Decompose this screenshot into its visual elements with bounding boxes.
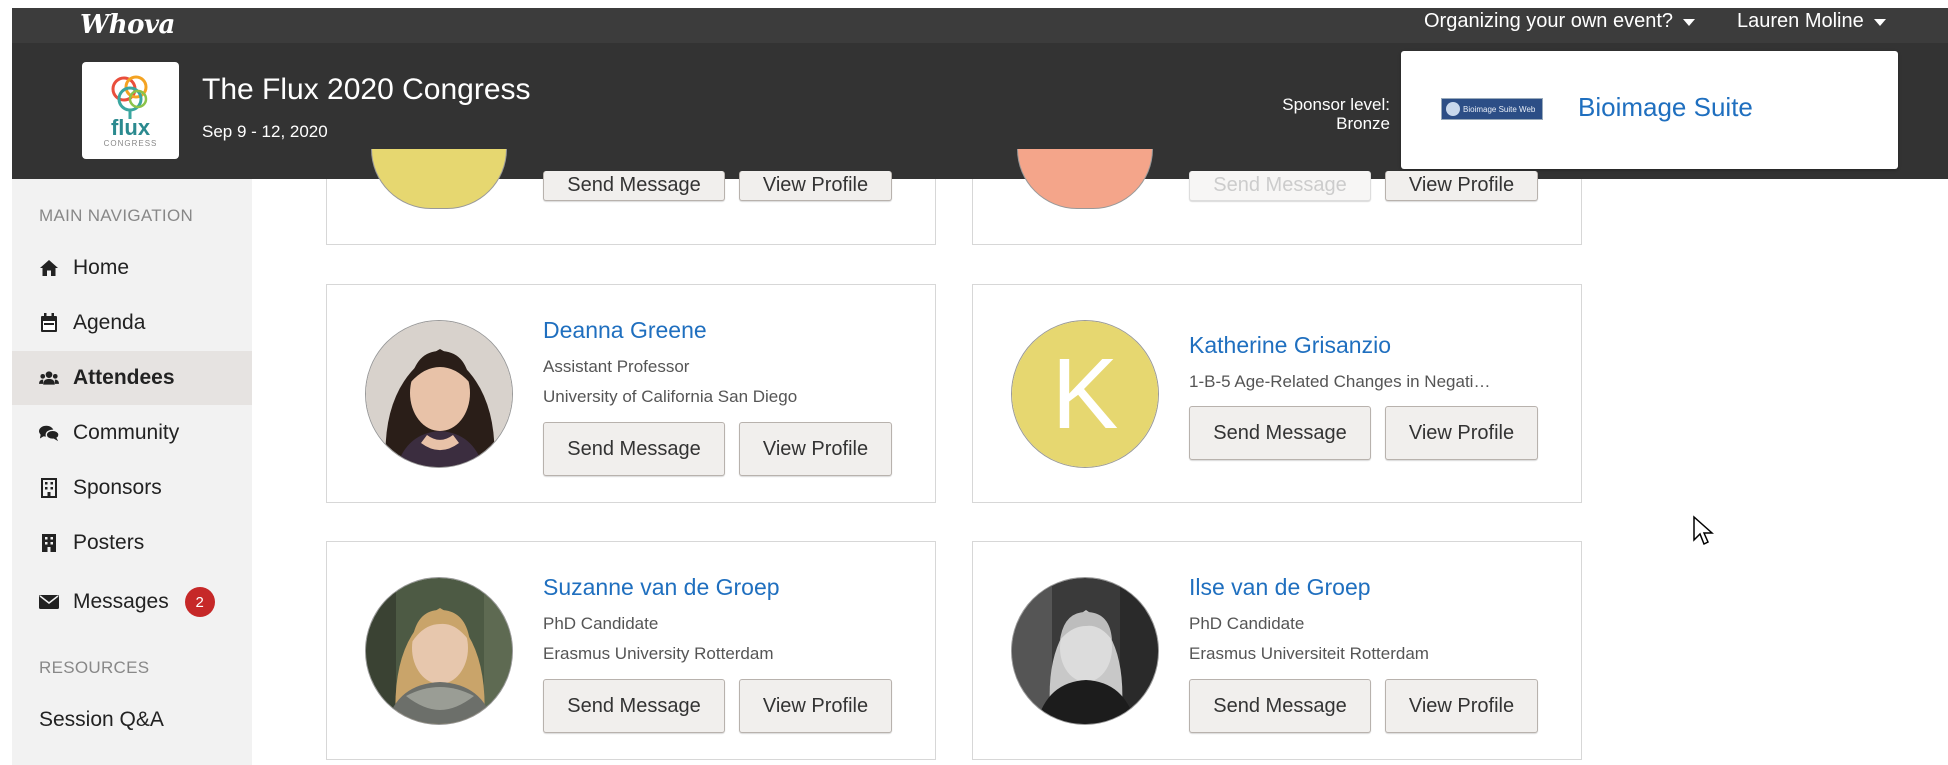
attendee-name-link[interactable]: Suzanne van de Groep (543, 574, 780, 601)
sidebar-item-posters[interactable]: Posters (12, 516, 252, 570)
view-profile-button[interactable]: View Profile (739, 679, 892, 733)
send-message-button[interactable]: Send Message (543, 679, 725, 733)
attendee-card-partial: Send Message View Profile (972, 149, 1582, 245)
attendee-name-link[interactable]: Deanna Greene (543, 317, 707, 344)
attendee-affiliation: Erasmus University Rotterdam (543, 644, 774, 663)
user-name: Lauren Moline (1737, 10, 1864, 32)
avatar (1017, 149, 1153, 209)
attendee-photo (366, 578, 512, 724)
sidebar-item-community[interactable]: Community (12, 406, 252, 460)
send-message-button[interactable]: Send Message (1189, 171, 1371, 201)
sponsor-level-value: Bronze (1336, 114, 1390, 133)
view-profile-button[interactable]: View Profile (1385, 406, 1538, 460)
attendee-card: Ilse van de Groep PhD Candidate Erasmus … (972, 541, 1582, 760)
home-icon (39, 258, 59, 278)
sponsor-card[interactable]: Bioimage Suite Web Bioimage Suite (1401, 51, 1898, 169)
attendee-name-link[interactable]: Katherine Grisanzio (1189, 332, 1391, 359)
sidebar-item-attendees[interactable]: Attendees (12, 351, 252, 405)
sidebar-item-label: Home (73, 256, 130, 279)
attendee-card: Deanna Greene Assistant Professor Univer… (326, 284, 936, 503)
attendee-card-partial: Send Message View Profile (326, 149, 936, 245)
resources-heading: RESOURCES (39, 658, 150, 677)
unread-count-badge: 2 (184, 587, 215, 617)
logo-subtext: CONGRESS (103, 139, 158, 148)
sidebar-item-label: Community (73, 421, 180, 444)
sidebar-item-label: Agenda (73, 311, 146, 334)
sponsor-logo-mark-icon (1446, 102, 1460, 116)
sidebar-item-session-qa[interactable]: Session Q&A (39, 708, 164, 732)
event-logo[interactable]: flux CONGRESS (82, 62, 179, 159)
sidebar-item-messages[interactable]: Messages 2 (12, 575, 252, 629)
avatar[interactable] (1011, 577, 1159, 725)
chevron-down-icon (1683, 19, 1696, 26)
logo-text: flux (110, 115, 151, 140)
sidebar-item-label: Sponsors (73, 476, 162, 499)
envelope-icon (39, 592, 59, 612)
sidebar-item-label: Attendees (73, 366, 175, 389)
sponsor-level-label: Sponsor level: (1282, 95, 1390, 114)
view-profile-button[interactable]: View Profile (739, 171, 892, 201)
chevron-down-icon (1873, 19, 1886, 26)
view-profile-button[interactable]: View Profile (1385, 171, 1538, 201)
send-message-button[interactable]: Send Message (1189, 406, 1371, 460)
sponsor-logo: Bioimage Suite Web (1441, 98, 1543, 120)
sponsor-name-link[interactable]: Bioimage Suite (1578, 92, 1753, 123)
comments-icon (39, 423, 59, 443)
sidebar-item-home[interactable]: Home (12, 241, 252, 295)
attendee-title: PhD Candidate (1189, 614, 1305, 633)
avatar (371, 149, 507, 209)
attendee-title: 1-B-5 Age-Related Changes in Negati… (1189, 372, 1491, 391)
attendee-title: Assistant Professor (543, 357, 690, 376)
event-header: flux CONGRESS The Flux 2020 Congress Sep… (12, 43, 1948, 179)
attendee-title: PhD Candidate (543, 614, 659, 633)
mouse-cursor-icon (1693, 515, 1714, 546)
attendee-name-link[interactable]: Ilse van de Groep (1189, 574, 1371, 601)
attendee-affiliation: University of California San Diego (543, 387, 798, 406)
sidebar-item-label: Messages (73, 590, 169, 613)
organize-event-dropdown[interactable]: Organizing your own event? (1424, 10, 1696, 33)
user-menu-dropdown[interactable]: Lauren Moline (1737, 10, 1886, 33)
avatar[interactable] (365, 577, 513, 725)
attendee-photo (366, 321, 512, 467)
avatar[interactable] (365, 320, 513, 468)
avatar-initial: K (1012, 321, 1158, 467)
attendee-photo (1012, 578, 1158, 724)
sidebar-item-agenda[interactable]: Agenda (12, 296, 252, 350)
send-message-button[interactable]: Send Message (1189, 679, 1371, 733)
send-message-button[interactable]: Send Message (543, 422, 725, 476)
avatar[interactable]: K (1011, 320, 1159, 468)
users-icon (39, 368, 59, 388)
whova-logo[interactable]: Whova (80, 10, 175, 40)
sidebar: MAIN NAVIGATION Home Agenda Attendees Co… (12, 179, 252, 765)
view-profile-button[interactable]: View Profile (739, 422, 892, 476)
view-profile-button[interactable]: View Profile (1385, 679, 1538, 733)
organize-event-label: Organizing your own event? (1424, 10, 1674, 32)
event-title: The Flux 2020 Congress (202, 73, 531, 106)
sidebar-item-label: Posters (73, 531, 145, 554)
send-message-button[interactable]: Send Message (543, 171, 725, 201)
top-bar: Whova Organizing your own event? Lauren … (12, 8, 1948, 43)
building-icon (39, 478, 59, 498)
flux-logo-icon (111, 75, 147, 119)
main-navigation-heading: MAIN NAVIGATION (39, 206, 194, 225)
sponsor-logo-text: Bioimage Suite Web (1463, 104, 1536, 114)
attendee-card: K Katherine Grisanzio 1-B-5 Age-Related … (972, 284, 1582, 503)
attendee-affiliation: Erasmus Universiteit Rotterdam (1189, 644, 1429, 663)
sidebar-item-sponsors[interactable]: Sponsors (12, 461, 252, 515)
event-dates: Sep 9 - 12, 2020 (202, 122, 328, 141)
sponsor-level: Sponsor level: Bronze (1212, 95, 1390, 133)
attendee-card: Suzanne van de Groep PhD Candidate Erasm… (326, 541, 936, 760)
calendar-icon (39, 313, 59, 333)
poster-icon (39, 533, 59, 553)
